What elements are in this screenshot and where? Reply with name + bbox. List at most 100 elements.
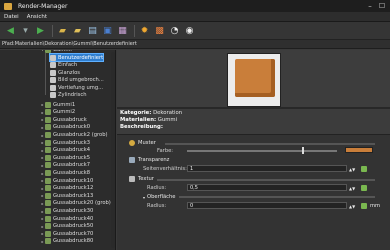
tree-item-child[interactable]: Vertiefung umg... [50, 84, 103, 91]
tree-item[interactable]: ▸ Gussabdruck20 (grob) [40, 200, 111, 207]
farbe-color-button[interactable] [345, 147, 373, 153]
textur-row[interactable]: Textur [129, 175, 154, 183]
tree-item-child[interactable]: Glanzlos [50, 69, 80, 76]
dropdown-button[interactable]: ▾ [19, 24, 32, 37]
category-value: Dekoration [153, 110, 183, 116]
tree-item[interactable]: ▸ Gussabdruck10 [40, 177, 93, 184]
link-icon[interactable] [361, 166, 367, 172]
page-icon: ▤ [88, 25, 97, 36]
radius-input[interactable]: 0,5 [187, 184, 347, 191]
seitenverhaeltnis-input[interactable]: 1 [187, 165, 347, 172]
sphere-icon [50, 84, 56, 91]
radius2-link-icon[interactable] [361, 203, 367, 209]
tree-item[interactable]: ▸ Gummi1 [40, 101, 75, 108]
tree-item[interactable]: ▸ Gussabdruck0 [40, 124, 90, 131]
sphere-icon [50, 92, 56, 99]
oberflaeche-row[interactable]: ▾ Oberfläche [143, 193, 176, 201]
panel-splitter[interactable] [117, 107, 390, 109]
tree-item-child[interactable]: Bild umgebroch... [50, 77, 104, 84]
tree-item-label: Gussabdruck13 [53, 192, 94, 199]
seitenverhaeltnis-spin[interactable]: ▲▼ [349, 165, 355, 173]
tree-item[interactable]: ▸ Gussabdruck12 [40, 185, 93, 192]
radius-spin[interactable]: ▲▼ [349, 184, 355, 192]
tree-item[interactable]: ▸ Gussabdruck70 [40, 230, 93, 237]
grid-button[interactable]: ▦ [116, 24, 129, 37]
tree-item[interactable]: ▸ Gussabdruck50 [40, 223, 93, 230]
sphere-icon [50, 54, 56, 61]
window-controls: – ☐ [364, 0, 388, 12]
farbe-slider-thumb[interactable] [302, 147, 304, 154]
material-icon [45, 215, 51, 222]
muster-divider [165, 143, 375, 145]
tree-item[interactable]: ▸ Gussabdruck80 [40, 238, 93, 245]
material-icon [45, 200, 51, 207]
transparency-icon [129, 157, 135, 163]
tree-item[interactable]: ▸ Gussabdruck40 [40, 215, 93, 222]
save-button[interactable]: ▣ [101, 24, 114, 37]
muster-row[interactable]: Muster [129, 139, 156, 147]
radius2-input[interactable]: 0 [187, 202, 347, 209]
stop-button[interactable]: ◉ [183, 24, 196, 37]
tree-item[interactable]: ▸ Gussabdruck2 (grob) [40, 131, 108, 139]
farbe-row: Farbe: [157, 147, 173, 155]
material-icon [45, 147, 51, 154]
page-button[interactable]: ▤ [86, 24, 99, 37]
radius2-spin[interactable]: ▲▼ [349, 202, 355, 210]
tree-item[interactable]: ▸ Gussabdruck5 [40, 154, 90, 161]
new-folder-button[interactable]: ▰ [71, 24, 84, 37]
toolbar: ◀ ▾ ▶ ▰ ▰ ▤ ▣ ▦ ✹ ▩ ◔ ◉ [0, 22, 390, 40]
tree-item-benutzerdefiniert[interactable]: Benutzerdefiniert [48, 52, 105, 63]
forward-button[interactable]: ▶ [34, 24, 47, 37]
menu-bar: Datei Ansicht [0, 12, 390, 22]
material-icon [45, 223, 51, 230]
tree-item[interactable]: ▸ Gussabdruck30 [40, 207, 93, 215]
tree-item[interactable]: ▸ Gussabdruck4 [40, 147, 90, 154]
tree-item[interactable]: ▸ Gussabdruck [40, 116, 87, 123]
farbe-slider-track[interactable] [187, 150, 337, 152]
toolbar-separator [52, 24, 53, 37]
seitenverhaeltnis-row: Seitenverhältnis: [143, 165, 187, 173]
tree-scrollbar[interactable] [111, 52, 115, 248]
material-icon [45, 116, 51, 123]
preview-area [117, 50, 390, 107]
material-icon [45, 154, 51, 161]
tree-item-label: Gussabdruck50 [53, 223, 94, 230]
open-folder-button[interactable]: ▰ [56, 24, 69, 37]
arrow-left-icon: ◀ [7, 25, 14, 36]
app-icon [4, 2, 12, 10]
tree-item-label: Gussabdruck20 (grob) [53, 200, 111, 207]
radius2-label: Radius: [147, 203, 167, 209]
tree-item[interactable]: ▸ Gussabdruck3 [40, 139, 90, 146]
breadcrumb[interactable]: Pfad:Materialien\Dekoration\Gummi\Benutz… [0, 40, 390, 49]
window-title: Render-Manager [18, 2, 68, 10]
material-icon [45, 101, 51, 108]
tree-item-child[interactable]: Zylindrisch [50, 92, 87, 99]
minimize-button[interactable]: – [364, 0, 376, 12]
material-icon [45, 124, 51, 131]
oberflaeche-label: Oberfläche [147, 194, 176, 200]
tree-item[interactable]: ▸ Gussabdruck13 [40, 192, 93, 199]
maximize-button[interactable]: ☐ [376, 0, 388, 12]
material-icon [45, 177, 51, 184]
tree-item-label: Gussabdruck2 (grob) [53, 132, 108, 139]
radius-label: Radius: [147, 185, 167, 191]
tree-item-child[interactable]: Einfach [50, 62, 77, 69]
transparenz-row[interactable]: Transparenz [129, 156, 169, 164]
tree-item-label: Gussabdruck4 [53, 147, 91, 154]
tree-item-label: Vertiefung umg... [58, 84, 104, 91]
radius-link-icon[interactable] [361, 185, 367, 191]
material-icon [45, 139, 51, 146]
back-button[interactable]: ◀ [4, 24, 17, 37]
tree-item-label: Gussabdruck0 [53, 124, 91, 131]
settings-button[interactable]: ✹ [138, 24, 151, 37]
tree-item[interactable]: ▸ Gummi2 [40, 109, 75, 116]
refresh-button[interactable]: ◔ [168, 24, 181, 37]
menu-ansicht[interactable]: Ansicht [23, 14, 51, 20]
menu-datei[interactable]: Datei [0, 14, 23, 20]
folder-icon: ▰ [59, 25, 66, 36]
tree-item-label: Benutzerdefiniert [58, 54, 104, 61]
tree-item[interactable]: ▸ Gussabdruck7 [40, 162, 90, 169]
tree-item[interactable]: ▸ Gussabdruck8 [40, 169, 90, 177]
material-icon [45, 109, 51, 116]
render-button[interactable]: ▩ [153, 24, 166, 37]
